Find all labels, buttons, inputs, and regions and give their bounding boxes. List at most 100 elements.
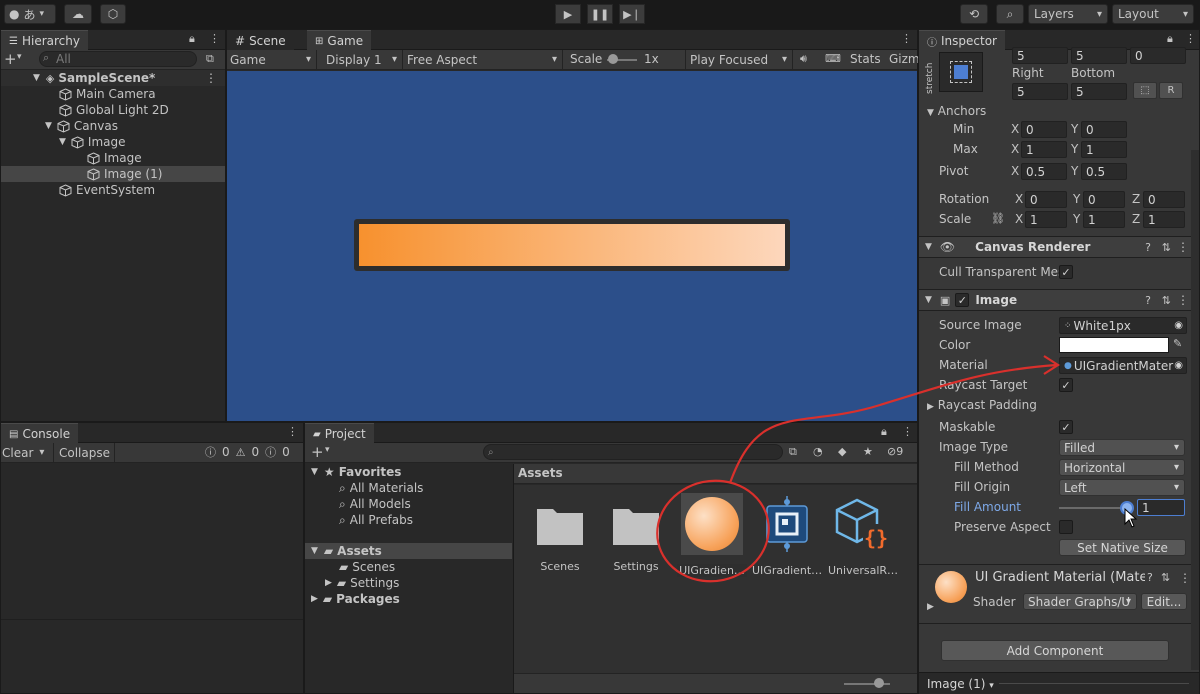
edit-shader-button[interactable]: Edit... [1141, 593, 1187, 610]
tab-hierarchy[interactable]: ☰ Hierarchy [1, 30, 88, 51]
tab-project[interactable]: ▰ Project [305, 423, 374, 444]
help-icon[interactable]: ? [1145, 294, 1151, 307]
shader-dropdown[interactable]: Shader Graphs/U [1023, 593, 1137, 610]
lock-icon[interactable]: 🔒︎ [881, 425, 887, 439]
menu-icon[interactable]: ⋮ [901, 32, 912, 45]
search-icon[interactable]: ⌕ [996, 4, 1024, 24]
constrain-proportions-icon[interactable]: ⛓ [991, 212, 1005, 225]
component-menu-icon[interactable]: ⋮ [1177, 240, 1189, 254]
keyboard-icon[interactable]: ⌨ [825, 52, 841, 65]
anchors-foldout[interactable]: ▼ Anchors [927, 104, 986, 118]
favorites-header[interactable]: ▼ ★ Favorites [311, 464, 401, 480]
bottom-field[interactable]: 5 [1071, 83, 1127, 100]
rotation-z-field[interactable]: 0 [1143, 191, 1185, 208]
scale-z-field[interactable]: 1 [1143, 211, 1185, 228]
list-item-selected[interactable]: Image (1) [1, 166, 225, 182]
material-field[interactable]: ● UIGradientMater ◉ [1059, 357, 1187, 374]
scale-slider-thumb[interactable] [608, 54, 618, 64]
type-filter-icon[interactable]: ◔ [813, 445, 823, 458]
expand-icon[interactable]: ▶ [311, 594, 318, 604]
pos-z-field[interactable]: 0 [1130, 47, 1186, 64]
layers-dropdown[interactable]: Layers ▾ [1028, 4, 1108, 24]
game-view-dropdown[interactable]: Game ▾ [227, 50, 317, 69]
pivot-y-field[interactable]: 0.5 [1081, 163, 1127, 180]
zoom-slider-thumb[interactable] [874, 678, 884, 688]
asset-item-selected[interactable]: UIGradien… [677, 493, 747, 577]
asset-item[interactable]: UIGradient… [752, 493, 822, 577]
tab-scene[interactable]: # Scene [227, 30, 294, 51]
collapse-button[interactable]: Collapse [53, 443, 115, 462]
menu-icon[interactable]: ⋮ [902, 425, 913, 438]
anchor-min-y-field[interactable]: 0 [1081, 121, 1127, 138]
inspector-scrollbar[interactable] [1191, 150, 1199, 670]
menu-icon[interactable]: ⋮ [1185, 32, 1196, 45]
presets-icon[interactable]: ⇅ [1162, 241, 1171, 254]
assets-tree-item[interactable]: ▼ ▰ Assets [305, 543, 512, 559]
fill-method-dropdown[interactable]: Horizontal [1059, 459, 1185, 476]
lock-icon[interactable]: 🔒︎ [1167, 32, 1173, 46]
anchor-max-x-field[interactable]: 1 [1021, 141, 1067, 158]
error-icon[interactable]: ⓘ [265, 444, 276, 460]
maskable-checkbox[interactable]: ✓ [1059, 420, 1073, 434]
cull-transparent-checkbox[interactable]: ✓ [1059, 265, 1073, 279]
account-button[interactable]: ● あ ▾ [4, 4, 56, 24]
hierarchy-search-input[interactable]: All [39, 51, 197, 67]
stats-button[interactable]: Stats [850, 52, 881, 66]
help-icon[interactable]: ? [1145, 571, 1153, 584]
component-menu-icon[interactable]: ⋮ [1179, 571, 1191, 585]
anchor-preset-button[interactable] [939, 52, 983, 92]
set-native-size-button[interactable]: Set Native Size [1059, 539, 1186, 556]
create-dropdown-icon[interactable]: ▾ [325, 445, 330, 455]
scale-x-field[interactable]: 1 [1025, 211, 1067, 228]
list-item[interactable]: Main Camera [59, 86, 156, 102]
image-enabled-checkbox[interactable]: ✓ [955, 293, 970, 307]
add-component-button[interactable]: Add Component [941, 640, 1169, 661]
list-item[interactable]: ▼ Image [59, 134, 126, 150]
asset-item[interactable]: Settings [601, 503, 671, 573]
clear-button[interactable]: Clear ▾ [1, 443, 51, 462]
menu-icon[interactable]: ⋮ [209, 32, 220, 45]
cloud-icon[interactable]: ☁ [64, 4, 92, 24]
audio-icon[interactable]: 🔊︎ [800, 52, 807, 66]
expand-icon[interactable]: ▼ [45, 121, 52, 131]
presets-icon[interactable]: ⇅ [1161, 571, 1170, 584]
gizmos-button[interactable]: Gizm [889, 52, 920, 66]
image-component-header[interactable]: ▼ ▣ ✓ Image ? ⇅ ⋮ [919, 289, 1199, 311]
step-button[interactable]: ▶❘ [619, 4, 645, 24]
tab-console[interactable]: ▤ Console [1, 423, 79, 444]
list-item[interactable]: ⌕ All Models [339, 496, 411, 512]
eyedropper-icon[interactable]: ✎ [1173, 337, 1182, 350]
color-field[interactable] [1059, 337, 1169, 353]
hidden-packages-icon[interactable]: ⊘9 [887, 445, 903, 458]
pause-button[interactable]: ❚❚ [587, 4, 613, 24]
layout-dropdown[interactable]: Layout ▾ [1112, 4, 1194, 24]
aspect-dropdown[interactable]: Free Aspect ▾ [403, 50, 563, 69]
create-button[interactable]: + [311, 443, 324, 461]
display-dropdown[interactable]: Display 1 ▾ [321, 50, 403, 69]
list-item[interactable]: ▶ ▰ Packages [311, 591, 400, 607]
asset-item[interactable]: Scenes [525, 503, 595, 573]
preview-title-dropdown[interactable]: Image (1) ▾ [927, 677, 994, 691]
component-menu-icon[interactable]: ⋮ [1177, 293, 1189, 307]
right-field[interactable]: 5 [1012, 83, 1068, 100]
scale-y-field[interactable]: 1 [1083, 211, 1125, 228]
list-item[interactable]: ▼ ◈ SampleScene* ⋮ [1, 70, 225, 86]
pivot-x-field[interactable]: 0.5 [1021, 163, 1067, 180]
anchor-max-y-field[interactable]: 1 [1081, 141, 1127, 158]
history-icon[interactable]: ⟲ [960, 4, 988, 24]
favorite-icon[interactable]: ★ [863, 445, 873, 458]
collab-icon[interactable]: ⬡ [100, 4, 126, 24]
rotation-x-field[interactable]: 0 [1025, 191, 1067, 208]
fill-amount-slider[interactable] [1059, 507, 1125, 509]
fill-amount-field[interactable]: 1 [1137, 499, 1185, 516]
menu-icon[interactable]: ⋮ [287, 425, 298, 438]
search-scope-icon[interactable]: ⧉ [789, 445, 797, 459]
asset-item[interactable]: {} UniversalR… [828, 493, 898, 577]
expand-icon[interactable]: ▼ [59, 137, 66, 147]
canvas-renderer-header[interactable]: ▼ 👁︎ Canvas Renderer ? ⇅ ⋮ [919, 236, 1199, 258]
list-item[interactable]: ▼ Canvas [45, 118, 118, 134]
object-picker-icon[interactable]: ◉ [1174, 320, 1183, 331]
raycast-padding-foldout[interactable]: ▶ Raycast Padding [927, 398, 1037, 412]
add-dropdown-icon[interactable]: ▾ [17, 52, 22, 62]
source-image-field[interactable]: ⁘ White1px ◉ [1059, 317, 1187, 334]
